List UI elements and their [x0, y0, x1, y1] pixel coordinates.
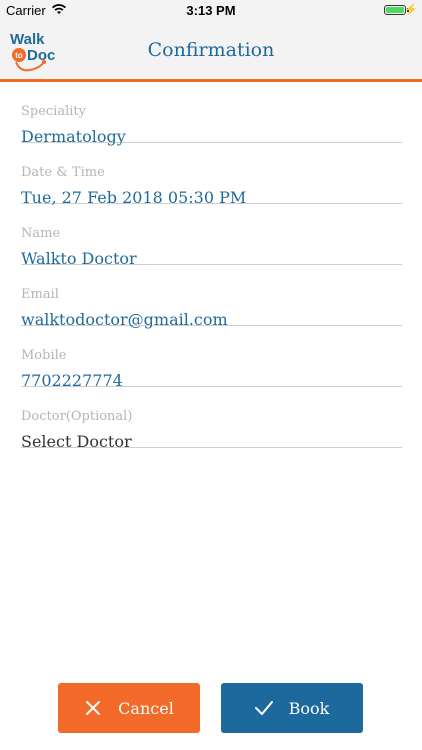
status-bar: Carrier 3:13 PM ⚡	[0, 0, 422, 22]
book-button-label: Book	[288, 698, 330, 718]
email-label: Email	[21, 287, 59, 302]
doctor-select-value[interactable]: Select Doctor	[21, 432, 132, 451]
battery-icon	[384, 5, 406, 15]
doctor-select-field[interactable]: Doctor(Optional) Select Doctor	[21, 387, 402, 451]
email-field: Email walktodoctor@gmail.com	[21, 265, 402, 329]
cancel-button-label: Cancel	[118, 698, 174, 718]
charging-bolt-icon: ⚡	[404, 4, 418, 16]
name-field: Name Walkto Doctor	[21, 204, 402, 268]
speciality-label: Speciality	[21, 104, 86, 119]
speciality-field: Speciality Dermatology	[21, 82, 402, 146]
clock: 3:13 PM	[186, 3, 236, 18]
confirmation-form: Speciality Dermatology Date & Time Tue, …	[21, 82, 402, 451]
book-button[interactable]: Book	[221, 683, 363, 733]
nav-bar: Walk to Doc Confirmation	[0, 22, 422, 82]
date-time-label: Date & Time	[21, 165, 105, 180]
mobile-label: Mobile	[21, 348, 67, 363]
checkmark-icon	[254, 701, 273, 715]
mobile-field: Mobile 7702227774	[21, 326, 402, 390]
close-icon	[86, 701, 101, 715]
date-time-field: Date & Time Tue, 27 Feb 2018 05:30 PM	[21, 143, 402, 207]
page-title: Confirmation	[147, 39, 275, 61]
name-label: Name	[21, 226, 61, 241]
cancel-button[interactable]: Cancel	[58, 683, 200, 733]
doctor-label: Doctor(Optional)	[21, 409, 133, 424]
